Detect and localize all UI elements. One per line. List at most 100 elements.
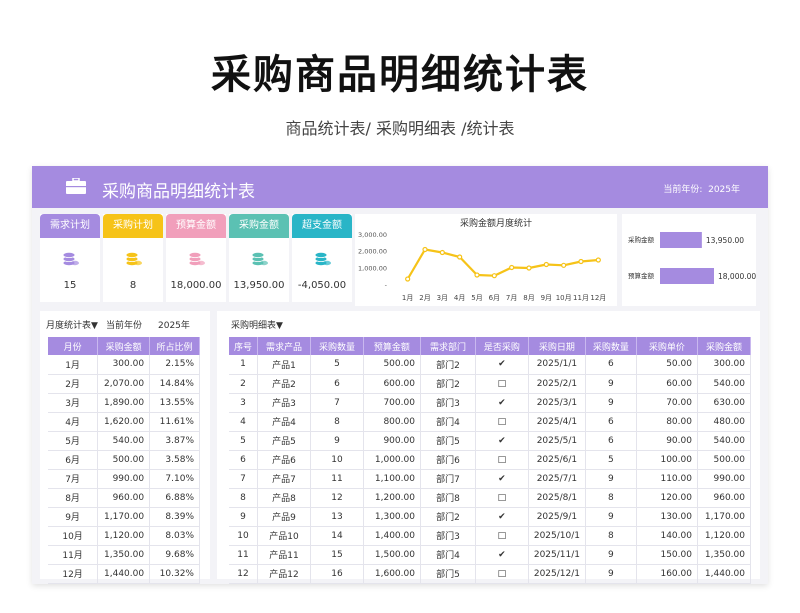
table-cell[interactable]: 14.84%: [149, 374, 200, 394]
table-cell[interactable]: 2: [229, 374, 259, 394]
table-cell[interactable]: ✔: [475, 355, 529, 375]
table-cell[interactable]: 12: [229, 564, 259, 584]
table-cell[interactable]: 产品9: [257, 507, 311, 527]
table-cell[interactable]: 2025/5/1: [528, 431, 586, 451]
table-cell[interactable]: 1,350.00: [97, 545, 151, 565]
table-cell[interactable]: 部门5: [420, 431, 476, 451]
table-cell[interactable]: 2025/6/1: [528, 450, 586, 470]
table-cell[interactable]: 120.00: [636, 488, 698, 508]
table-cell[interactable]: 2025/4/1: [528, 412, 586, 432]
table-cell[interactable]: 11月: [48, 545, 99, 565]
table-cell[interactable]: 10月: [48, 526, 99, 546]
table-cell[interactable]: □: [475, 450, 529, 470]
table-cell[interactable]: 4: [229, 412, 259, 432]
table-cell[interactable]: 60.00: [636, 374, 698, 394]
column-header[interactable]: 预算金额: [363, 337, 421, 355]
table-cell[interactable]: 6: [585, 431, 637, 451]
table-cell[interactable]: 500.00: [697, 450, 752, 470]
table-cell[interactable]: 600.00: [363, 374, 421, 394]
table-cell[interactable]: 3.87%: [149, 431, 200, 451]
table-cell[interactable]: 部门8: [420, 488, 476, 508]
table-cell[interactable]: 部门2: [420, 355, 476, 375]
table-cell[interactable]: 990.00: [97, 469, 151, 489]
table-cell[interactable]: 部门7: [420, 469, 476, 489]
table-cell[interactable]: 2025/12/1: [528, 564, 586, 584]
table-cell[interactable]: 9: [585, 374, 637, 394]
table-cell[interactable]: 13.55%: [149, 393, 200, 413]
table-cell[interactable]: 部门4: [420, 412, 476, 432]
table-cell[interactable]: 7: [310, 393, 364, 413]
column-header[interactable]: 需求部门: [420, 337, 476, 355]
table-cell[interactable]: 3月: [48, 393, 99, 413]
table-cell[interactable]: □: [475, 526, 529, 546]
table-cell[interactable]: 9: [585, 393, 637, 413]
monthly-title[interactable]: 月度统计表▼: [46, 318, 98, 331]
table-cell[interactable]: 1,170.00: [97, 507, 151, 527]
table-cell[interactable]: 1,200.00: [363, 488, 421, 508]
table-cell[interactable]: □: [475, 488, 529, 508]
table-cell[interactable]: 4月: [48, 412, 99, 432]
table-cell[interactable]: 9: [585, 545, 637, 565]
table-cell[interactable]: 15: [310, 545, 364, 565]
table-cell[interactable]: 2025/9/1: [528, 507, 586, 527]
table-cell[interactable]: 80.00: [636, 412, 698, 432]
table-cell[interactable]: 700.00: [363, 393, 421, 413]
table-cell[interactable]: 500.00: [97, 450, 151, 470]
table-cell[interactable]: 1,500.00: [363, 545, 421, 565]
table-cell[interactable]: 800.00: [363, 412, 421, 432]
table-cell[interactable]: 产品10: [257, 526, 311, 546]
table-cell[interactable]: 8: [585, 488, 637, 508]
table-cell[interactable]: 部门5: [420, 564, 476, 584]
table-cell[interactable]: 12月: [48, 564, 99, 584]
table-cell[interactable]: 7: [229, 469, 259, 489]
column-header[interactable]: 是否采购: [475, 337, 529, 355]
table-cell[interactable]: 11: [310, 469, 364, 489]
table-cell[interactable]: 产品5: [257, 431, 311, 451]
table-cell[interactable]: □: [475, 374, 529, 394]
table-cell[interactable]: 540.00: [697, 431, 752, 451]
table-cell[interactable]: □: [475, 564, 529, 584]
table-cell[interactable]: 1,440.00: [697, 564, 752, 584]
table-cell[interactable]: 产品12: [257, 564, 311, 584]
table-cell[interactable]: ✔: [475, 469, 529, 489]
table-cell[interactable]: ✔: [475, 507, 529, 527]
table-cell[interactable]: 480.00: [697, 412, 752, 432]
table-cell[interactable]: 540.00: [97, 431, 151, 451]
column-header[interactable]: 需求产品: [257, 337, 311, 355]
column-header[interactable]: 采购金额: [697, 337, 752, 355]
table-cell[interactable]: 9.68%: [149, 545, 200, 565]
table-cell[interactable]: 10: [229, 526, 259, 546]
table-cell[interactable]: 2025/7/1: [528, 469, 586, 489]
table-cell[interactable]: 11: [229, 545, 259, 565]
table-cell[interactable]: 8: [310, 412, 364, 432]
table-cell[interactable]: 产品3: [257, 393, 311, 413]
table-cell[interactable]: 1,120.00: [97, 526, 151, 546]
table-cell[interactable]: 9: [585, 564, 637, 584]
table-cell[interactable]: 6: [585, 412, 637, 432]
table-cell[interactable]: 90.00: [636, 431, 698, 451]
table-cell[interactable]: 12: [310, 488, 364, 508]
column-header[interactable]: 采购日期: [528, 337, 586, 355]
table-cell[interactable]: 900.00: [363, 431, 421, 451]
table-cell[interactable]: 3: [229, 393, 259, 413]
table-cell[interactable]: 2月: [48, 374, 99, 394]
column-header[interactable]: 采购数量: [585, 337, 637, 355]
column-header[interactable]: 所占比例: [149, 337, 200, 355]
table-cell[interactable]: 7月: [48, 469, 99, 489]
table-cell[interactable]: 1,000.00: [363, 450, 421, 470]
table-cell[interactable]: 6月: [48, 450, 99, 470]
table-cell[interactable]: ✔: [475, 393, 529, 413]
table-cell[interactable]: 8.03%: [149, 526, 200, 546]
table-cell[interactable]: 1: [229, 355, 259, 375]
table-cell[interactable]: 11.61%: [149, 412, 200, 432]
table-cell[interactable]: 10: [310, 450, 364, 470]
table-cell[interactable]: 部门3: [420, 393, 476, 413]
table-cell[interactable]: 产品7: [257, 469, 311, 489]
table-cell[interactable]: 部门2: [420, 374, 476, 394]
table-cell[interactable]: 8: [585, 526, 637, 546]
table-cell[interactable]: □: [475, 412, 529, 432]
table-cell[interactable]: 1,620.00: [97, 412, 151, 432]
table-cell[interactable]: 2,070.00: [97, 374, 151, 394]
table-cell[interactable]: 9: [310, 431, 364, 451]
table-cell[interactable]: 100.00: [636, 450, 698, 470]
